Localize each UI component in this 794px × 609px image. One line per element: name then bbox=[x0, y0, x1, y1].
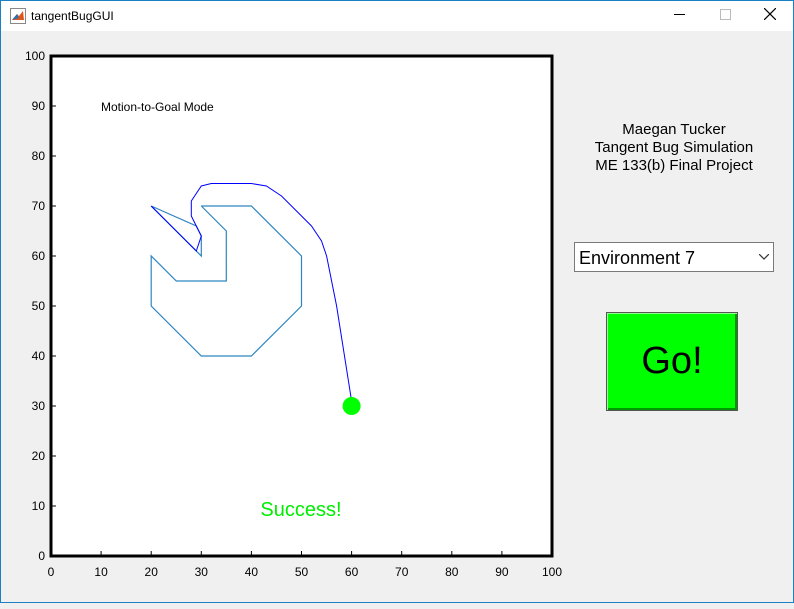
y-tick-label: 30 bbox=[32, 399, 46, 413]
x-tick-label: 30 bbox=[195, 565, 209, 579]
minimize-icon bbox=[673, 7, 685, 25]
x-tick-label: 70 bbox=[395, 565, 409, 579]
y-tick-label: 100 bbox=[25, 49, 45, 63]
x-tick-label: 90 bbox=[495, 565, 509, 579]
y-tick-label: 40 bbox=[32, 349, 46, 363]
x-tick-label: 10 bbox=[94, 565, 108, 579]
app-window: tangentBugGUI 0 10 20 30 40 50 60 70 80 90 100 0 10… bbox=[0, 0, 794, 603]
x-tick-label: 40 bbox=[245, 565, 259, 579]
y-tick-label: 60 bbox=[32, 249, 46, 263]
mode-label: Motion-to-Goal Mode bbox=[101, 100, 214, 114]
close-icon bbox=[763, 7, 777, 25]
environment-dropdown[interactable]: Environment 7 bbox=[574, 242, 774, 272]
credits-block: Maegan Tucker Tangent Bug Simulation ME … bbox=[573, 121, 775, 175]
title-bar: tangentBugGUI bbox=[1, 1, 793, 31]
go-button[interactable]: Go! bbox=[606, 312, 738, 411]
y-tick-label: 0 bbox=[38, 549, 45, 563]
y-tick-label: 20 bbox=[32, 449, 46, 463]
x-tick-label: 80 bbox=[445, 565, 459, 579]
matlab-app-icon bbox=[10, 8, 26, 24]
close-button[interactable] bbox=[747, 1, 793, 31]
x-tick-label: 20 bbox=[145, 565, 159, 579]
chevron-down-icon[interactable] bbox=[755, 243, 773, 271]
course-label: ME 133(b) Final Project bbox=[595, 157, 753, 174]
author-name: Maegan Tucker bbox=[622, 121, 726, 138]
maximize-icon bbox=[719, 7, 731, 25]
x-tick-label: 50 bbox=[295, 565, 309, 579]
x-tick-label: 100 bbox=[542, 565, 562, 579]
x-tick-label: 60 bbox=[345, 565, 359, 579]
y-tick-label: 80 bbox=[32, 149, 46, 163]
status-text: Success! bbox=[260, 499, 341, 521]
y-tick-label: 10 bbox=[32, 499, 46, 513]
window-title: tangentBugGUI bbox=[31, 9, 114, 23]
project-title: Tangent Bug Simulation bbox=[594, 139, 754, 156]
x-tick-label: 0 bbox=[48, 565, 55, 579]
y-tick-label: 70 bbox=[32, 199, 46, 213]
minimize-button[interactable] bbox=[656, 1, 702, 31]
goal-marker bbox=[342, 397, 361, 415]
environment-value: Environment 7 bbox=[579, 248, 696, 268]
y-tick-label: 50 bbox=[32, 299, 46, 313]
y-tick-label: 90 bbox=[32, 99, 46, 113]
maximize-button[interactable] bbox=[702, 1, 748, 31]
